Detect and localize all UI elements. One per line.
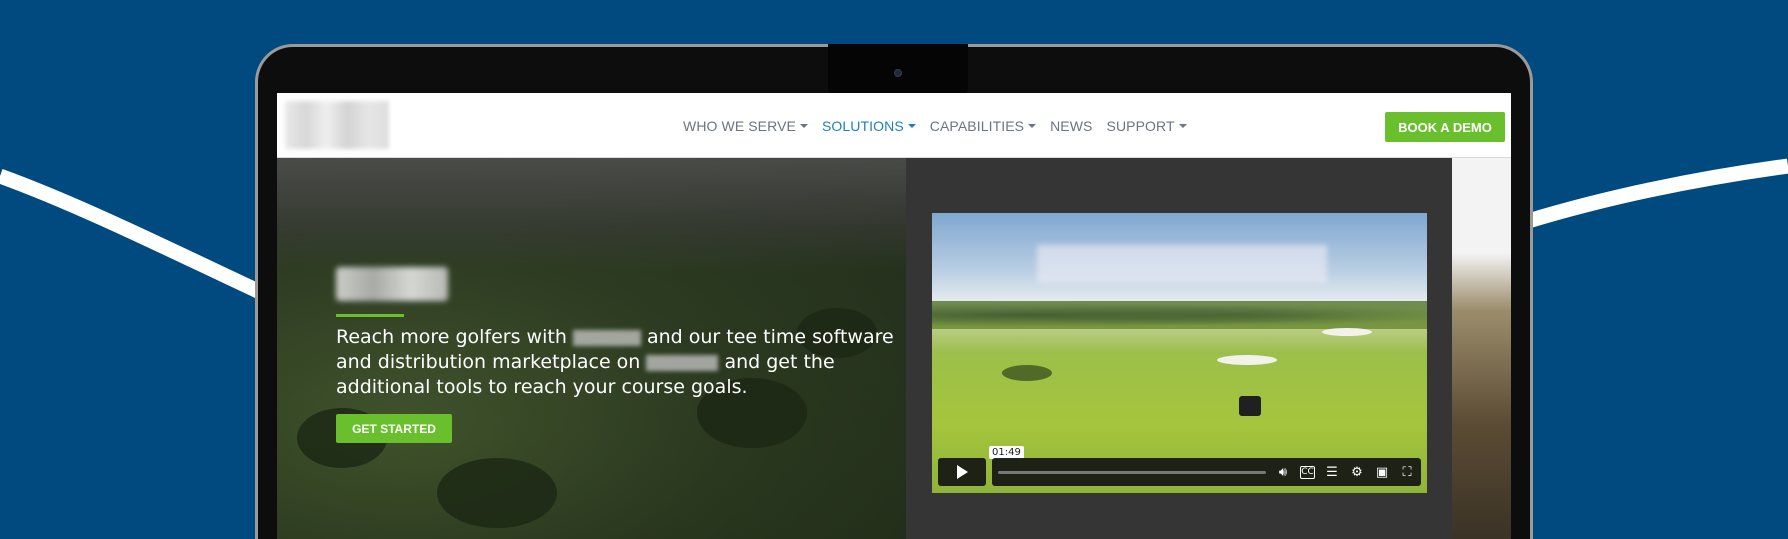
hero-panel: Reach more golfers with and our tee time…: [277, 158, 906, 539]
picture-in-picture-icon[interactable]: ▣: [1374, 465, 1390, 480]
title-underline: [336, 314, 404, 317]
hero-background-edge: [1452, 158, 1511, 539]
nav-label: WHO WE SERVE: [683, 117, 796, 134]
tree-shape: [437, 458, 557, 528]
nav-support[interactable]: SUPPORT: [1107, 118, 1187, 134]
video-treeline: [932, 301, 1427, 329]
nav-news[interactable]: NEWS: [1050, 118, 1092, 134]
nav-label: SUPPORT: [1106, 117, 1175, 134]
get-started-button[interactable]: GET STARTED: [336, 414, 452, 443]
navbar: WHO WE SERVE SOLUTIONS CAPABILITIES NEWS…: [277, 93, 1511, 158]
redacted-text: [646, 354, 719, 371]
chevron-down-icon: [1028, 123, 1037, 128]
control-bar: 🔊︎ CC ☰ ⚙ ▣ ⛶: [992, 458, 1421, 486]
nav-label: CAPABILITIES: [929, 117, 1025, 134]
hero-description: Reach more golfers with and our tee time…: [336, 325, 896, 400]
chevron-down-icon: [1178, 123, 1187, 128]
nav-who-we-serve[interactable]: WHO WE SERVE: [683, 118, 808, 134]
chevron-down-icon: [907, 123, 916, 128]
settings-icon[interactable]: ⚙: [1349, 465, 1365, 480]
volume-icon[interactable]: 🔊︎: [1275, 465, 1291, 480]
book-demo-button[interactable]: BOOK A DEMO: [1385, 112, 1505, 142]
play-button[interactable]: [938, 458, 986, 486]
main-nav: WHO WE SERVE SOLUTIONS CAPABILITIES NEWS…: [683, 93, 1187, 158]
hero-text-part1: Reach more golfers with: [336, 326, 573, 348]
sand-bunker: [1322, 328, 1372, 336]
video-player[interactable]: 01:49 🔊︎ CC ☰ ⚙ ▣ ⛶: [932, 213, 1427, 493]
redacted-text: [572, 329, 641, 346]
webcam-icon: [894, 69, 902, 77]
captions-icon[interactable]: CC: [1300, 465, 1315, 479]
fullscreen-icon[interactable]: ⛶: [1399, 465, 1415, 480]
brand-name-redacted: [336, 267, 448, 301]
nav-solutions[interactable]: SOLUTIONS: [822, 118, 916, 134]
sand-bunker: [1217, 355, 1277, 365]
progress-track[interactable]: [998, 470, 1266, 474]
play-icon: [956, 465, 968, 479]
website-screen: WHO WE SERVE SOLUTIONS CAPABILITIES NEWS…: [277, 93, 1511, 539]
video-controls: 🔊︎ CC ☰ ⚙ ▣ ⛶: [938, 458, 1421, 486]
golf-cart: [1239, 396, 1261, 416]
shrub-shape: [1002, 365, 1052, 381]
chevron-down-icon: [799, 123, 808, 128]
transcript-icon[interactable]: ☰: [1324, 465, 1340, 480]
nav-capabilities[interactable]: CAPABILITIES: [929, 117, 1037, 134]
video-title-redacted: [1037, 245, 1327, 283]
nav-label: SOLUTIONS: [821, 117, 904, 134]
brand-logo[interactable]: [285, 101, 389, 149]
nav-label: NEWS: [1050, 117, 1093, 134]
